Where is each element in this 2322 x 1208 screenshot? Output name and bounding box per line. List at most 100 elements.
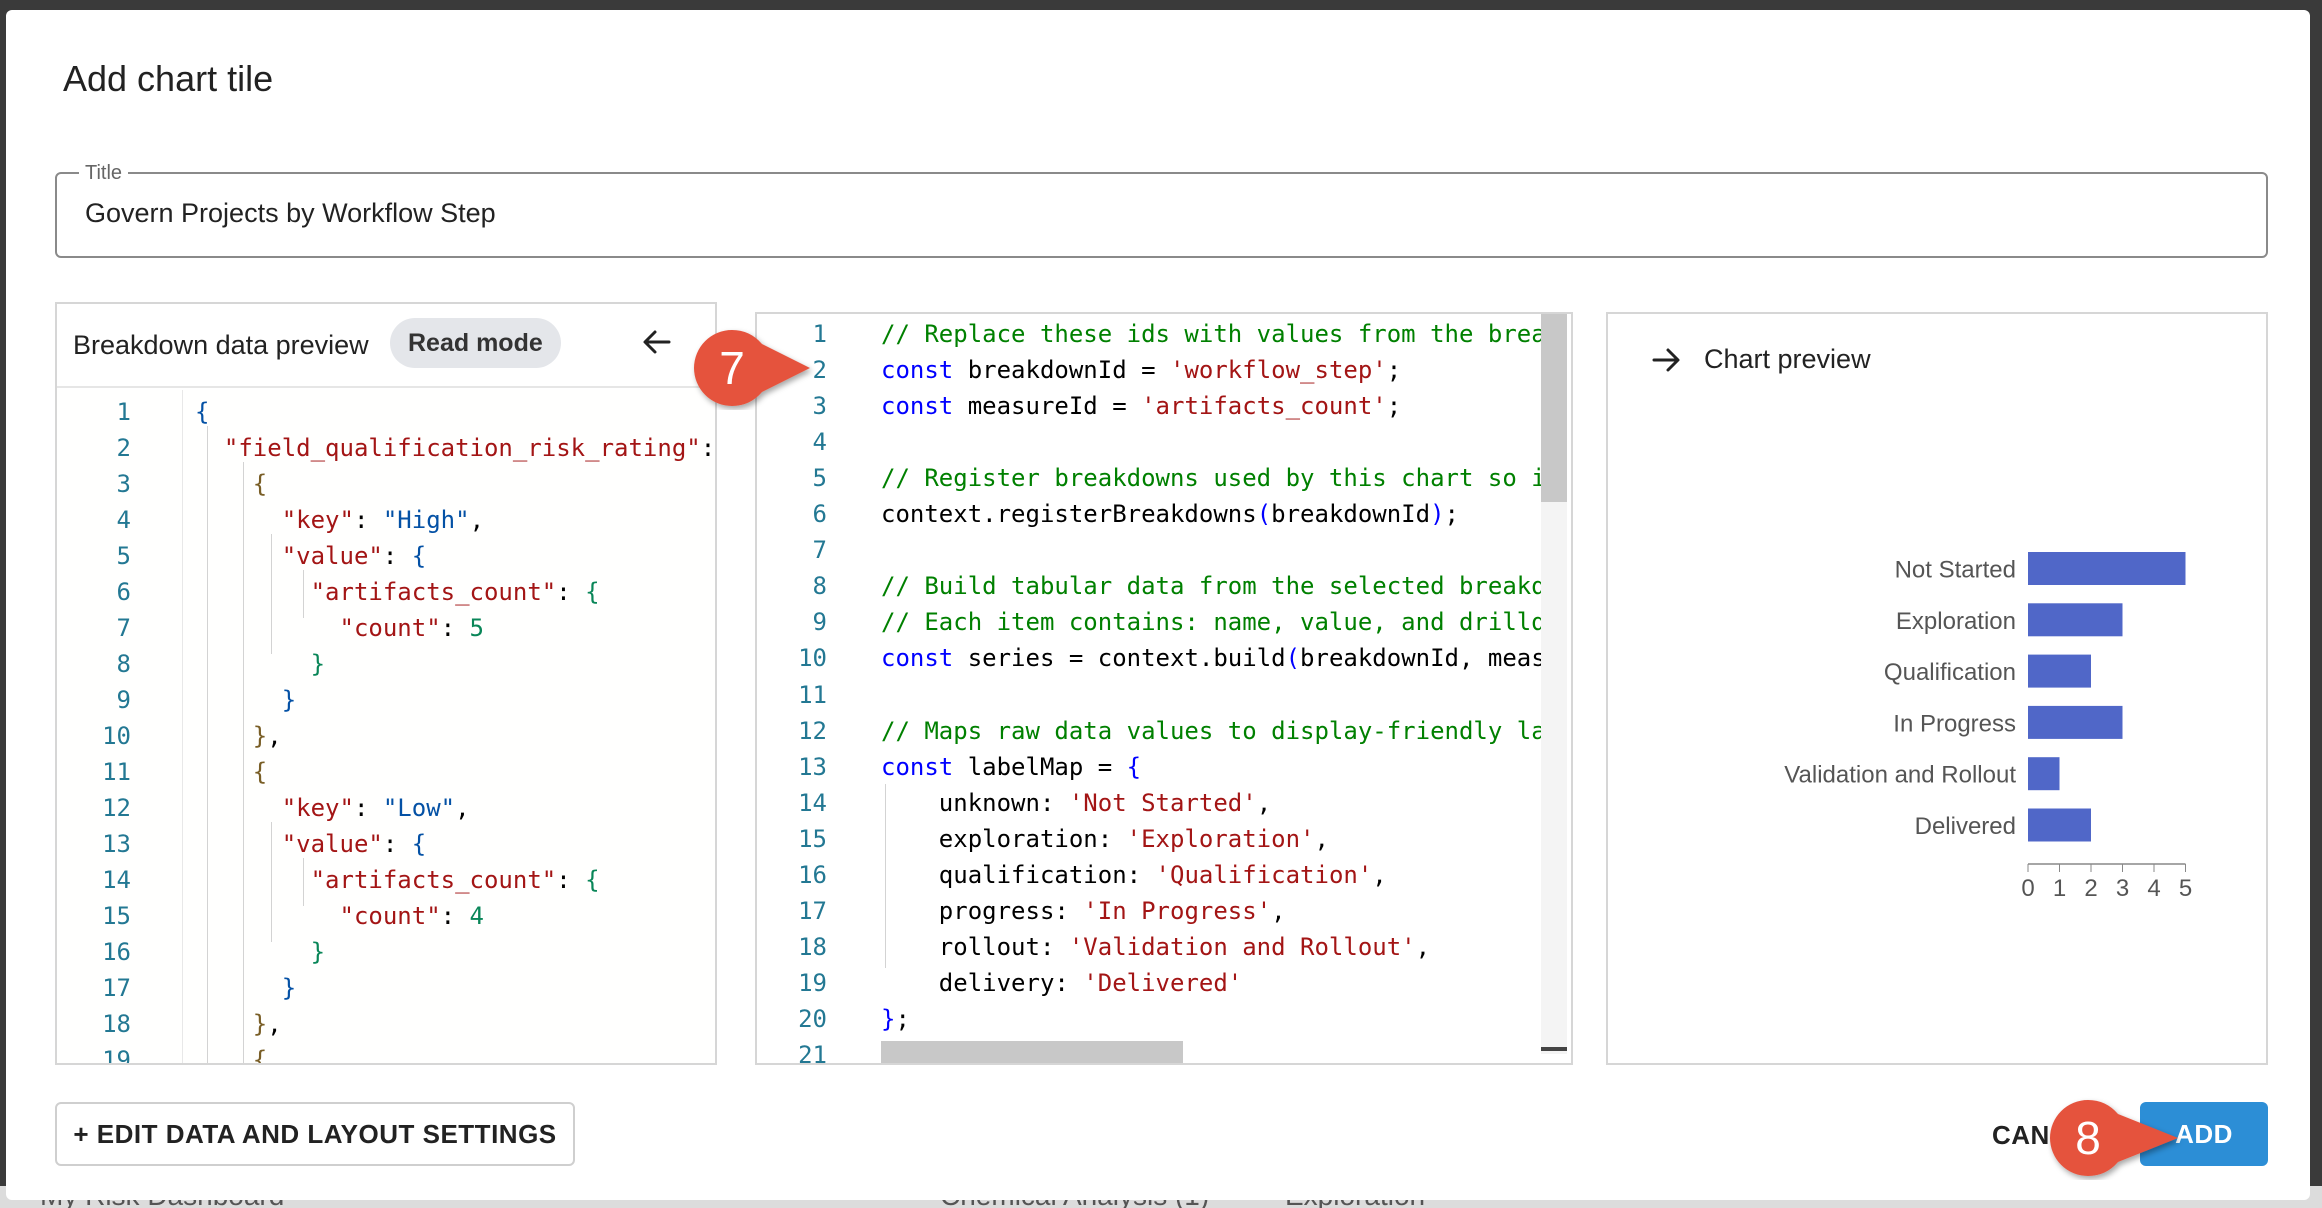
code-token: unknown:: [881, 788, 1069, 817]
editor-vertical-scrollbar[interactable]: [1541, 314, 1567, 502]
code-token: // Replace these ids with values from th…: [881, 320, 1541, 348]
data-preview-title: Breakdown data preview: [73, 330, 369, 360]
code-line-number: 8: [812, 572, 827, 601]
json-line-number: 9: [116, 686, 131, 714]
code-token: ;: [1386, 356, 1402, 385]
json-token: :: [556, 866, 586, 894]
json-token: :: [382, 542, 412, 570]
json-line: },: [195, 718, 282, 754]
json-token: "value": [195, 542, 383, 570]
code-token: ,: [1415, 932, 1431, 961]
code-line-number: 15: [798, 824, 827, 853]
code-token: // Build tabular data from the selected …: [881, 572, 1541, 601]
breakdown-data-preview-panel: Breakdown data preview Read mode 1 {2 "fi…: [55, 302, 717, 1065]
code-line: const labelMap = {: [881, 749, 1141, 785]
code-line: const measureId = 'artifacts_count';: [881, 388, 1401, 424]
json-token: {: [411, 542, 427, 570]
cancel-button[interactable]: CANCEL: [1992, 1120, 2054, 1151]
json-line-number: 11: [102, 758, 131, 786]
json-line: }: [195, 934, 325, 970]
json-line: {: [195, 394, 209, 430]
code-token: 'Exploration': [1126, 824, 1315, 853]
code-token: }: [881, 1004, 896, 1033]
json-token: :: [353, 794, 383, 822]
code-token: (: [1256, 500, 1272, 529]
code-line-number: 7: [812, 536, 827, 565]
code-token: ;: [895, 1004, 910, 1033]
step-7-number: 7: [719, 342, 745, 394]
chart-code-editor[interactable]: 1// Replace these ids with values from t…: [755, 312, 1573, 1065]
chart-category-label: Not Started: [1895, 557, 2016, 584]
code-token: ,: [1271, 896, 1286, 925]
code-token: ,: [1314, 824, 1329, 853]
code-token: ,: [1256, 788, 1272, 817]
step-8-number: 8: [2075, 1112, 2101, 1164]
json-line-number: 2: [116, 434, 131, 462]
code-line-number: 12: [798, 716, 827, 745]
json-line: },: [195, 1006, 282, 1042]
json-line-number: 17: [102, 974, 131, 1002]
code-line: const breakdownId = 'workflow_step';: [881, 352, 1401, 388]
code-token: const: [881, 392, 968, 421]
title-input[interactable]: Title Govern Projects by Workflow Step: [55, 162, 2268, 258]
chart-bar: [2028, 757, 2060, 791]
code-token: ;: [1444, 500, 1459, 529]
editor-horizontal-scrollbar[interactable]: [881, 1041, 1183, 1063]
json-token: }: [195, 722, 268, 750]
json-line-number: 10: [102, 722, 131, 750]
json-token: "artifacts_count": [195, 866, 557, 894]
code-token: // Register breakdowns used by this char…: [881, 464, 1541, 493]
json-viewer[interactable]: 1{2 "field_qualification_risk_rating": 3 …: [57, 390, 715, 1065]
code-line: // Replace these ids with values from th…: [881, 316, 1541, 352]
json-token: }: [195, 974, 297, 1002]
title-input-value[interactable]: Govern Projects by Workflow Step: [85, 198, 496, 229]
code-token: qualification:: [881, 860, 1156, 889]
json-line-number: 19: [102, 1046, 131, 1065]
chart-bar: [2028, 808, 2091, 842]
code-line: unknown: 'Not Started',: [881, 785, 1271, 821]
code-token: 'Not Started': [1068, 788, 1257, 817]
chart-bar: [2028, 705, 2123, 739]
json-token: {: [195, 758, 268, 786]
json-token: "artifacts_count": [195, 578, 557, 606]
code-line: progress: 'In Progress',: [881, 893, 1286, 929]
arrow-left-icon[interactable]: [637, 322, 677, 362]
json-token: {: [195, 470, 268, 498]
indent-guide: [885, 784, 886, 968]
json-line-number: 4: [116, 506, 131, 534]
chart-category-label: Exploration: [1896, 608, 2016, 635]
code-line: qualification: 'Qualification',: [881, 857, 1387, 893]
chart-bar: [2028, 552, 2186, 585]
json-token: ,: [455, 794, 470, 822]
json-token: "key": [195, 506, 354, 534]
code-token: const: [881, 752, 968, 781]
json-line-number: 1: [116, 398, 131, 426]
read-mode-badge[interactable]: Read mode: [390, 318, 561, 368]
json-line-number: 3: [116, 470, 131, 498]
json-line-number: 5: [116, 542, 131, 570]
json-token: ,: [267, 1010, 282, 1038]
json-line: "artifacts_count": {: [195, 574, 600, 610]
json-token: "value": [195, 830, 383, 858]
json-token: "count": [195, 614, 441, 642]
json-line: "value": {: [195, 826, 427, 862]
code-line-number: 13: [798, 752, 827, 781]
chart-tick-label: 1: [2053, 875, 2066, 902]
chart-tick-label: 5: [2179, 875, 2192, 902]
chart-bar: [2028, 654, 2091, 688]
indent-guide: [303, 570, 304, 618]
chart-tick-label: 3: [2116, 875, 2129, 902]
code-token: breakdownId: [1271, 500, 1431, 529]
code-line-number: 4: [812, 428, 827, 457]
json-line-number: 16: [102, 938, 131, 966]
code-line-number: 21: [798, 1041, 827, 1065]
json-token: {: [195, 398, 210, 426]
code-token: const: [881, 644, 968, 673]
code-token: progress:: [881, 896, 1084, 925]
json-line: "artifacts_count": {: [195, 862, 600, 898]
edit-data-layout-button[interactable]: + EDIT DATA AND LAYOUT SETTINGS: [55, 1102, 575, 1166]
chart-tick-label: 2: [2084, 875, 2097, 902]
chart-category-label: Qualification: [1884, 659, 2016, 686]
json-token: :: [353, 506, 383, 534]
code-token: series = context.build: [967, 644, 1286, 673]
